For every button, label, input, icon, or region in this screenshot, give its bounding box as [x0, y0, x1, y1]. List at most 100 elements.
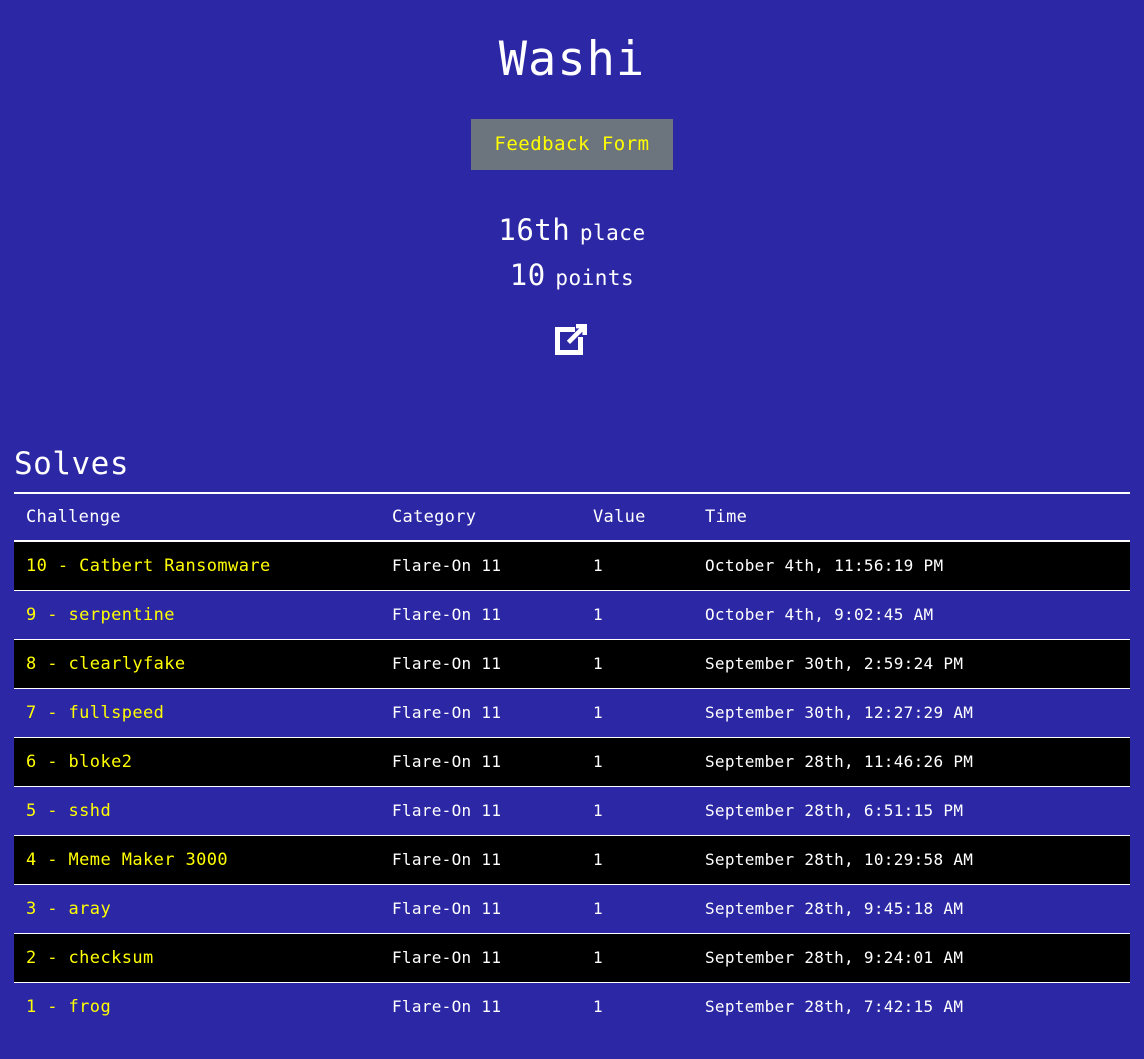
page-root: Washi Feedback Form 16th place 10 points — [0, 0, 1144, 1059]
cell-value: 1 — [581, 736, 693, 787]
column-header-category: Category — [380, 492, 581, 543]
challenge-link[interactable]: 2 - checksum — [14, 948, 380, 968]
cell-category: Flare-On 11 — [380, 785, 581, 836]
challenge-link[interactable]: 9 - serpentine — [14, 605, 380, 625]
cell-category-text: Flare-On 11 — [392, 850, 502, 870]
cell-value-text: 1 — [593, 752, 603, 772]
cell-value-text: 1 — [593, 703, 603, 723]
cell-value-text: 1 — [593, 605, 603, 625]
cell-category: Flare-On 11 — [380, 687, 581, 738]
cell-value-text: 1 — [593, 948, 603, 968]
cell-category-text: Flare-On 11 — [392, 997, 502, 1017]
cell-time: October 4th, 9:02:45 AM — [693, 589, 1130, 640]
cell-challenge: 2 - checksum — [14, 932, 380, 983]
cell-category-text: Flare-On 11 — [392, 556, 502, 576]
table-row: 1 - frog Flare-On 11 1 September 28th, 7:42… — [14, 981, 1130, 1032]
solves-header-row: Challenge Category Value Time — [14, 492, 1130, 543]
cell-time: September 28th, 9:24:01 AM — [693, 932, 1130, 983]
cell-challenge: 4 - Meme Maker 3000 — [14, 834, 380, 885]
cell-value-text: 1 — [593, 899, 603, 919]
cell-category: Flare-On 11 — [380, 540, 581, 591]
points-stat: 10 points — [0, 257, 1144, 293]
cell-value-text: 1 — [593, 654, 603, 674]
cell-category: Flare-On 11 — [380, 834, 581, 885]
cell-time-text: October 4th, 11:56:19 PM — [705, 556, 944, 576]
cell-value: 1 — [581, 981, 693, 1032]
cell-category-text: Flare-On 11 — [392, 801, 502, 821]
cell-challenge: 3 - aray — [14, 883, 380, 934]
cell-time: September 28th, 9:45:18 AM — [693, 883, 1130, 934]
points-value: 10 — [509, 258, 546, 293]
cell-value-text: 1 — [593, 801, 603, 821]
challenge-link[interactable]: 1 - frog — [14, 997, 380, 1017]
cell-category: Flare-On 11 — [380, 589, 581, 640]
solves-section: Solves Challenge Category Value Time 10 … — [14, 446, 1130, 1032]
cell-time-text: September 28th, 7:42:15 AM — [705, 997, 964, 1017]
page-title: Washi — [498, 32, 646, 87]
table-row: 2 - checksum Flare-On 11 1 September 28th, … — [14, 932, 1130, 983]
cell-time: October 4th, 11:56:19 PM — [693, 540, 1130, 591]
cell-value-text: 1 — [593, 850, 603, 870]
cell-value: 1 — [581, 540, 693, 591]
solves-table-body: 10 - Catbert Ransomware Flare-On 11 1 Octob… — [14, 540, 1130, 1032]
table-row: 6 - bloke2 Flare-On 11 1 September 28th, 11… — [14, 736, 1130, 787]
cell-value-text: 1 — [593, 997, 603, 1017]
solves-heading: Solves — [14, 446, 129, 482]
column-header-challenge: Challenge — [14, 492, 380, 543]
place-stat: 16th place — [0, 212, 1144, 248]
table-row: 8 - clearlyfake Flare-On 11 1 September 30t… — [14, 638, 1130, 689]
cell-challenge: 9 - serpentine — [14, 589, 380, 640]
cell-challenge: 1 - frog — [14, 981, 380, 1032]
table-row: 4 - Meme Maker 3000 Flare-On 11 1 September… — [14, 834, 1130, 885]
cell-category-text: Flare-On 11 — [392, 752, 502, 772]
cell-value: 1 — [581, 883, 693, 934]
cell-category-text: Flare-On 11 — [392, 605, 502, 625]
cell-time-text: September 30th, 2:59:24 PM — [705, 654, 964, 674]
cell-challenge: 5 - sshd — [14, 785, 380, 836]
cell-category: Flare-On 11 — [380, 932, 581, 983]
cell-time: September 30th, 2:59:24 PM — [693, 638, 1130, 689]
cell-time: September 28th, 10:29:58 AM — [693, 834, 1130, 885]
points-label: points — [555, 266, 635, 291]
cell-category-text: Flare-On 11 — [392, 899, 502, 919]
external-link-container — [0, 318, 1144, 362]
cell-time: September 28th, 7:42:15 AM — [693, 981, 1130, 1032]
cell-value: 1 — [581, 589, 693, 640]
cell-category: Flare-On 11 — [380, 736, 581, 787]
cell-value: 1 — [581, 932, 693, 983]
cell-challenge: 10 - Catbert Ransomware — [14, 540, 380, 591]
cell-value: 1 — [581, 834, 693, 885]
challenge-link[interactable]: 10 - Catbert Ransomware — [14, 556, 380, 576]
table-row: 5 - sshd Flare-On 11 1 September 28th, 6:51… — [14, 785, 1130, 836]
user-stats: 16th place 10 points — [0, 212, 1144, 362]
feedback-form-button[interactable]: Feedback Form — [471, 118, 673, 171]
cell-time-text: September 28th, 11:46:26 PM — [705, 752, 974, 772]
cell-time-text: September 28th, 6:51:15 PM — [705, 801, 964, 821]
cell-time: September 28th, 6:51:15 PM — [693, 785, 1130, 836]
feedback-form-container: Feedback Form — [0, 118, 1144, 171]
cell-time-text: October 4th, 9:02:45 AM — [705, 605, 934, 625]
cell-time-text: September 28th, 9:45:18 AM — [705, 899, 964, 919]
cell-challenge: 7 - fullspeed — [14, 687, 380, 738]
table-row: 7 - fullspeed Flare-On 11 1 September 30th,… — [14, 687, 1130, 738]
external-link-button[interactable] — [552, 318, 592, 358]
challenge-link[interactable]: 4 - Meme Maker 3000 — [14, 850, 380, 870]
cell-time-text: September 28th, 9:24:01 AM — [705, 948, 964, 968]
cell-category-text: Flare-On 11 — [392, 703, 502, 723]
cell-time: September 30th, 12:27:29 AM — [693, 687, 1130, 738]
challenge-link[interactable]: 8 - clearlyfake — [14, 654, 380, 674]
cell-time: September 28th, 11:46:26 PM — [693, 736, 1130, 787]
challenge-link[interactable]: 6 - bloke2 — [14, 752, 380, 772]
challenge-link[interactable]: 5 - sshd — [14, 801, 380, 821]
place-value: 16th — [498, 213, 571, 248]
table-row: 3 - aray Flare-On 11 1 September 28th, 9:45… — [14, 883, 1130, 934]
cell-category: Flare-On 11 — [380, 883, 581, 934]
cell-time-text: September 28th, 10:29:58 AM — [705, 850, 974, 870]
cell-value-text: 1 — [593, 556, 603, 576]
cell-time-text: September 30th, 12:27:29 AM — [705, 703, 974, 723]
cell-challenge: 6 - bloke2 — [14, 736, 380, 787]
cell-value: 1 — [581, 687, 693, 738]
cell-category: Flare-On 11 — [380, 638, 581, 689]
challenge-link[interactable]: 3 - aray — [14, 899, 380, 919]
challenge-link[interactable]: 7 - fullspeed — [14, 703, 380, 723]
